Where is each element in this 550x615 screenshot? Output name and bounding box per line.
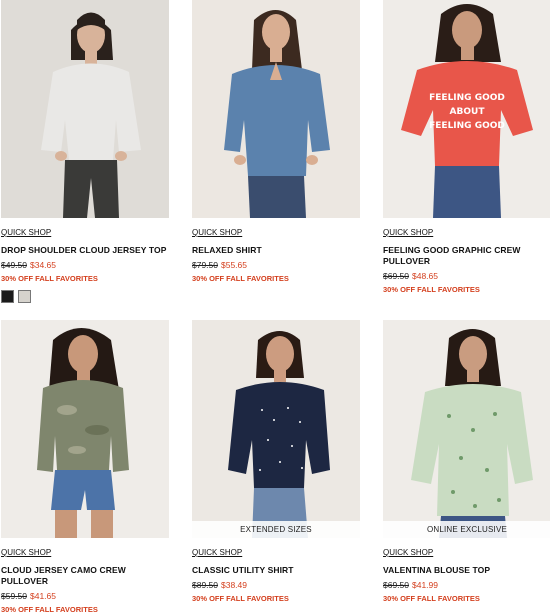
product-image[interactable] [192, 0, 360, 218]
sale-price: $41.99 [412, 580, 438, 590]
original-price: $69.50 [383, 580, 409, 590]
sale-price: $41.65 [30, 591, 56, 601]
quick-shop-link[interactable]: QUICK SHOP [383, 548, 433, 558]
product-price: $89.50 $38.49 [192, 580, 360, 591]
swatch-light-grey[interactable] [18, 290, 31, 303]
product-name[interactable]: CLOUD JERSEY CAMO CREW PULLOVER [1, 565, 169, 587]
swatch-black[interactable] [1, 290, 14, 303]
quick-shop-link[interactable]: QUICK SHOP [192, 548, 242, 558]
quick-shop-link[interactable]: QUICK SHOP [1, 228, 51, 238]
product-card[interactable]: QUICK SHOP DROP SHOULDER CLOUD JERSEY TO… [1, 0, 169, 303]
original-price: $79.50 [192, 260, 218, 270]
promo-label: 30% OFF FALL FAVORITES [192, 274, 289, 283]
original-price: $89.50 [192, 580, 218, 590]
product-badge: ONLINE EXCLUSIVE [383, 521, 550, 538]
product-price: $69.50 $48.65 [383, 271, 550, 282]
original-price: $69.50 [383, 271, 409, 281]
product-image[interactable]: ONLINE EXCLUSIVE [383, 320, 550, 538]
product-price: $49.50 $34.65 [1, 260, 169, 271]
product-name[interactable]: FEELING GOOD GRAPHIC CREW PULLOVER [383, 245, 550, 267]
sale-price: $34.65 [30, 260, 56, 270]
sale-price: $48.65 [412, 271, 438, 281]
product-image[interactable] [1, 320, 169, 538]
quick-shop-link[interactable]: QUICK SHOP [383, 228, 433, 238]
product-card[interactable]: EXTENDED SIZES QUICK SHOP CLASSIC UTILIT… [192, 320, 360, 604]
promo-label: 30% OFF FALL FAVORITES [192, 594, 289, 603]
product-card[interactable]: QUICK SHOP RELAXED SHIRT $79.50 $55.65 30… [192, 0, 360, 284]
product-name[interactable]: DROP SHOULDER CLOUD JERSEY TOP [1, 245, 169, 256]
original-price: $49.50 [1, 260, 27, 270]
graphic-text-line-3: FEELING GOOD [429, 121, 505, 131]
product-image[interactable] [1, 0, 169, 218]
product-name[interactable]: VALENTINA BLOUSE TOP [383, 565, 550, 576]
product-card[interactable]: FEELING GOOD ABOUT FEELING GOOD QUICK SH… [383, 0, 550, 295]
promo-label: 30% OFF FALL FAVORITES [1, 605, 98, 614]
promo-label: 30% OFF FALL FAVORITES [383, 594, 480, 603]
original-price: $59.50 [1, 591, 27, 601]
product-card[interactable]: QUICK SHOP CLOUD JERSEY CAMO CREW PULLOV… [1, 320, 169, 615]
color-swatches [1, 290, 169, 303]
quick-shop-link[interactable]: QUICK SHOP [1, 548, 51, 558]
product-name[interactable]: RELAXED SHIRT [192, 245, 360, 256]
product-badge: EXTENDED SIZES [192, 521, 360, 538]
sale-price: $55.65 [221, 260, 247, 270]
sale-price: $38.49 [221, 580, 247, 590]
promo-label: 30% OFF FALL FAVORITES [383, 285, 480, 294]
product-price: $59.50 $41.65 [1, 591, 169, 602]
product-image[interactable]: FEELING GOOD ABOUT FEELING GOOD [383, 0, 550, 218]
product-card[interactable]: ONLINE EXCLUSIVE QUICK SHOP VALENTINA BL… [383, 320, 550, 604]
graphic-text-line-1: FEELING GOOD [429, 93, 505, 103]
product-price: $69.50 $41.99 [383, 580, 550, 591]
graphic-text-line-2: ABOUT [450, 107, 486, 117]
promo-label: 30% OFF FALL FAVORITES [1, 274, 98, 283]
product-name[interactable]: CLASSIC UTILITY SHIRT [192, 565, 360, 576]
quick-shop-link[interactable]: QUICK SHOP [192, 228, 242, 238]
product-price: $79.50 $55.65 [192, 260, 360, 271]
product-image[interactable]: EXTENDED SIZES [192, 320, 360, 538]
